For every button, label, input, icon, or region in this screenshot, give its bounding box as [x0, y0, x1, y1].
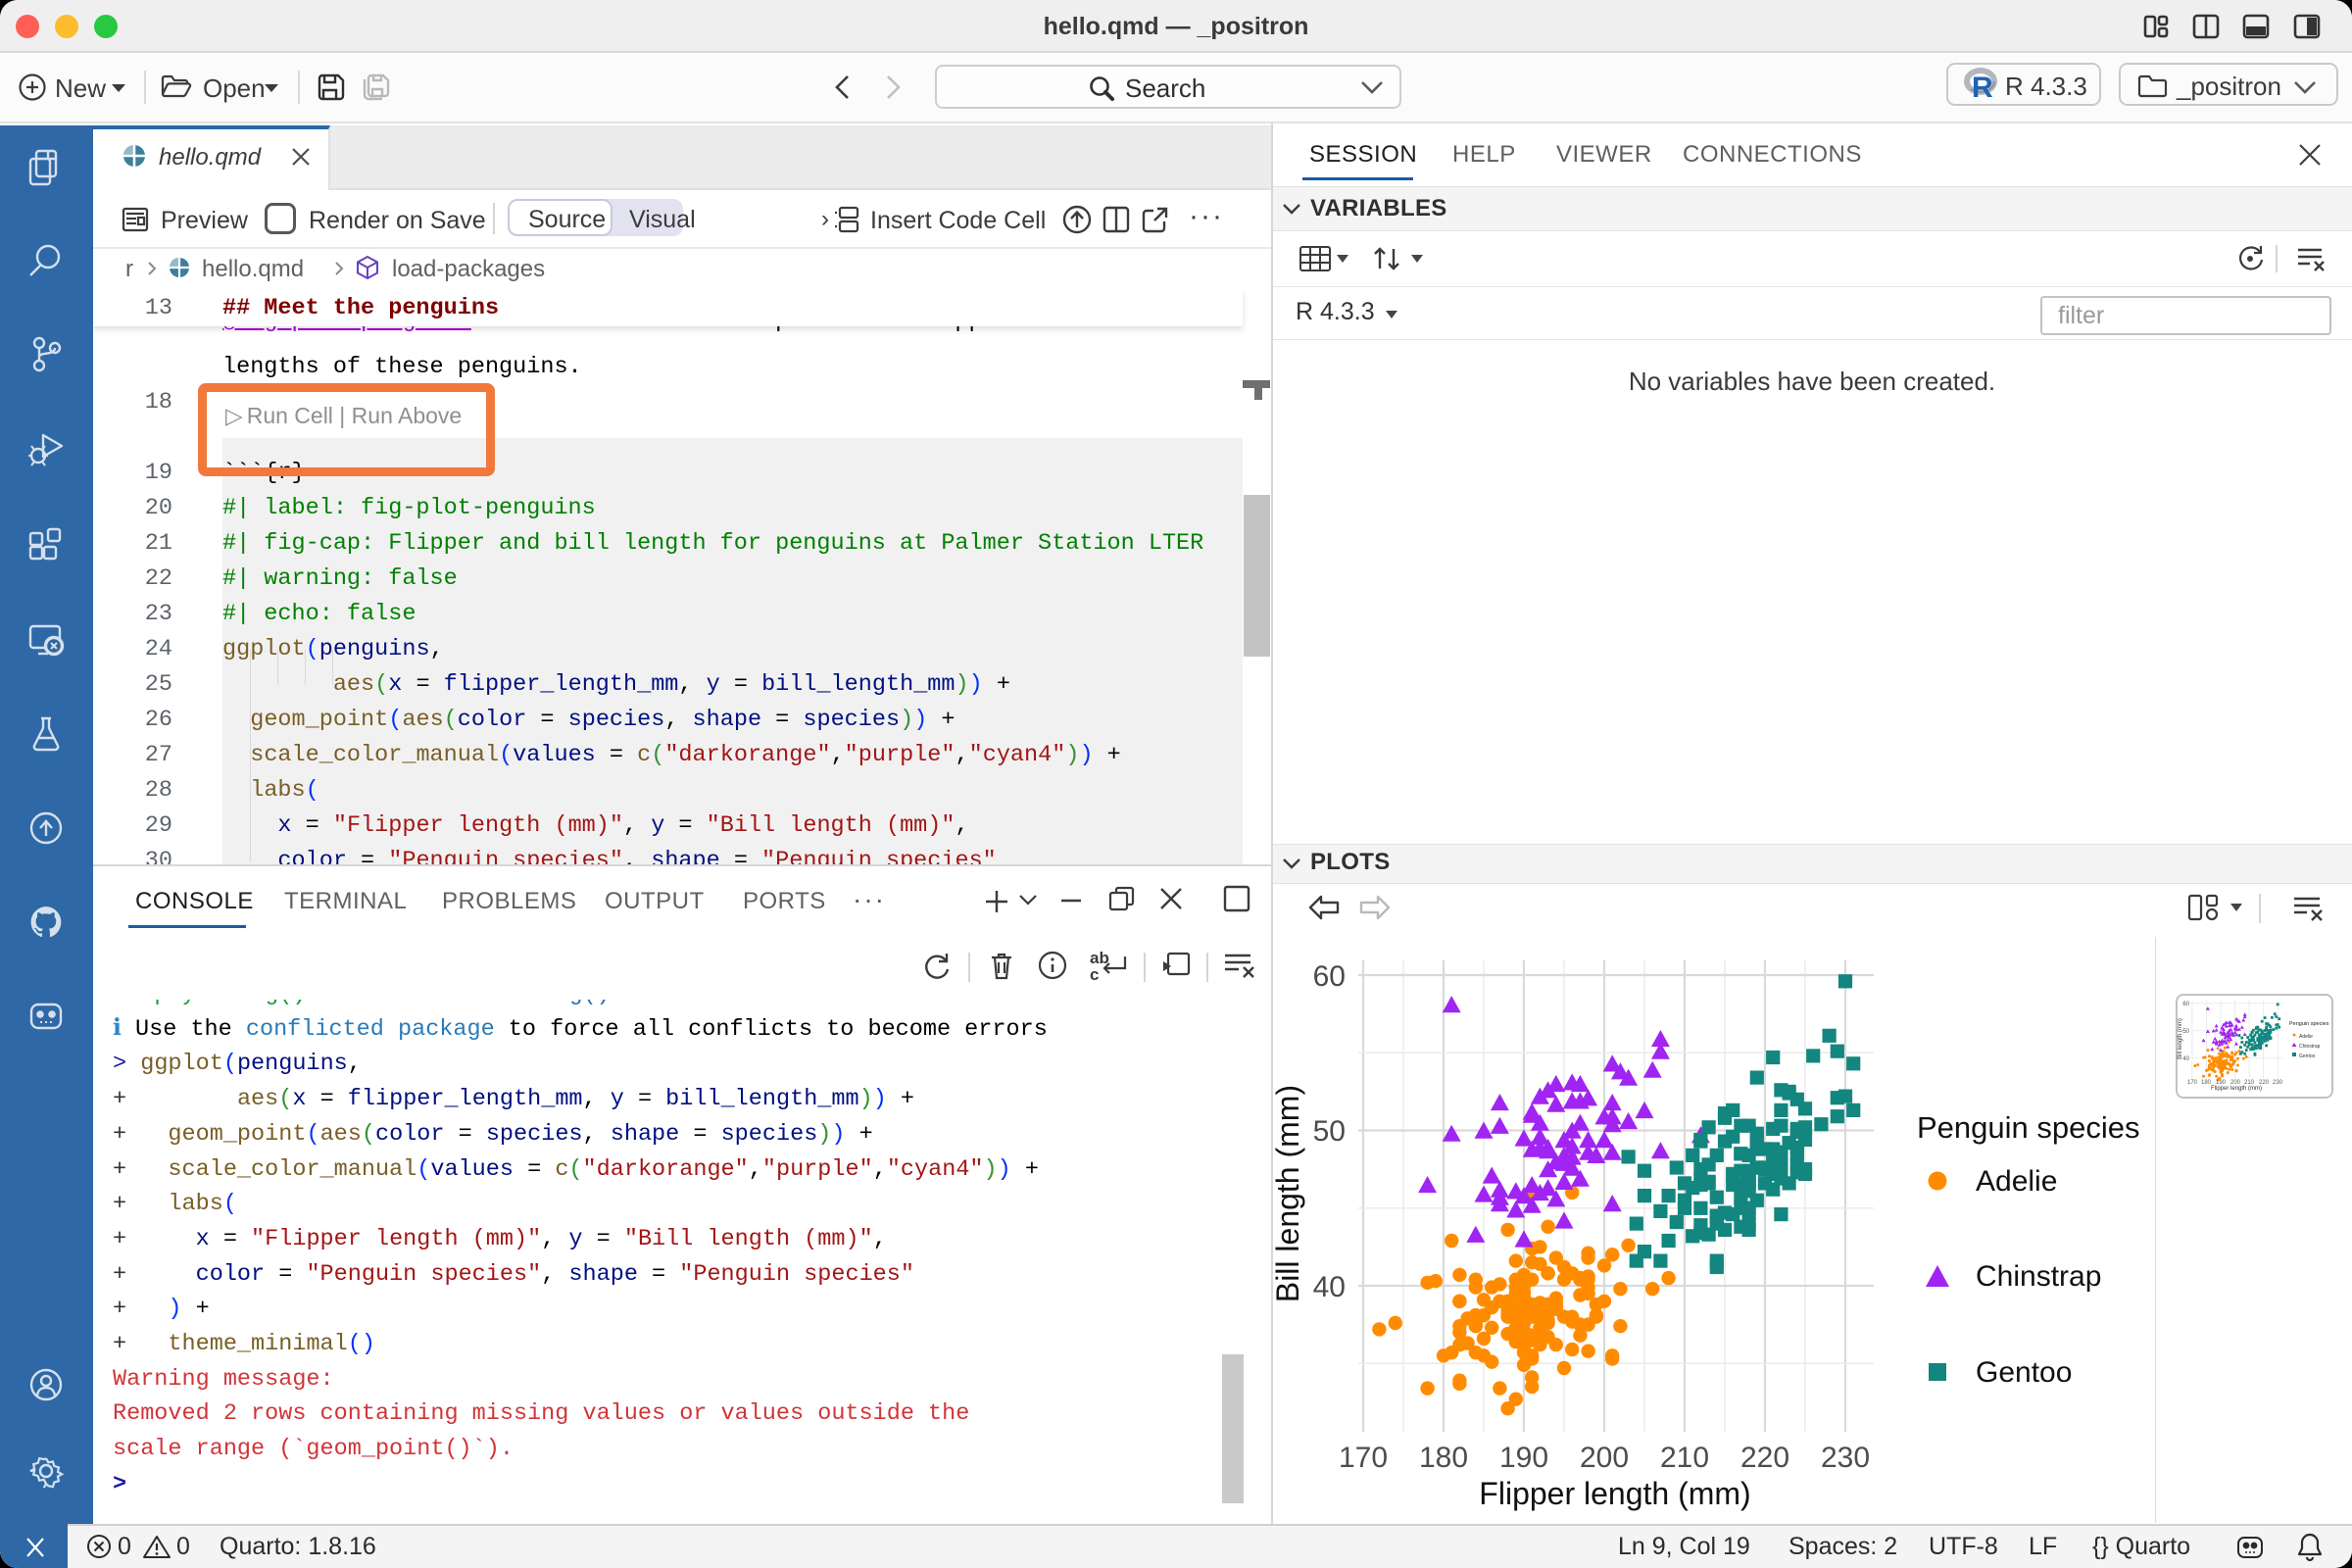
svg-text:220: 220 — [2259, 1080, 2270, 1086]
svg-text:50: 50 — [2182, 1029, 2189, 1035]
svg-text:Adelie: Adelie — [2299, 1034, 2313, 1040]
svg-text:Bill length (mm): Bill length (mm) — [2178, 1018, 2183, 1059]
svg-text:Gentoo: Gentoo — [2299, 1054, 2316, 1059]
svg-text:190: 190 — [2216, 1080, 2227, 1086]
svg-text:40: 40 — [2182, 1056, 2189, 1062]
svg-text:170: 170 — [2187, 1080, 2198, 1086]
svg-text:Penguin species: Penguin species — [2289, 1021, 2329, 1027]
svg-text:60: 60 — [2182, 1002, 2189, 1007]
svg-text:Flipper length (mm): Flipper length (mm) — [2211, 1086, 2262, 1092]
svg-text:210: 210 — [2244, 1080, 2255, 1086]
svg-text:200: 200 — [2230, 1080, 2241, 1086]
svg-text:Chinstrap: Chinstrap — [2299, 1044, 2321, 1050]
svg-text:180: 180 — [2201, 1080, 2212, 1086]
svg-text:230: 230 — [2273, 1080, 2283, 1086]
